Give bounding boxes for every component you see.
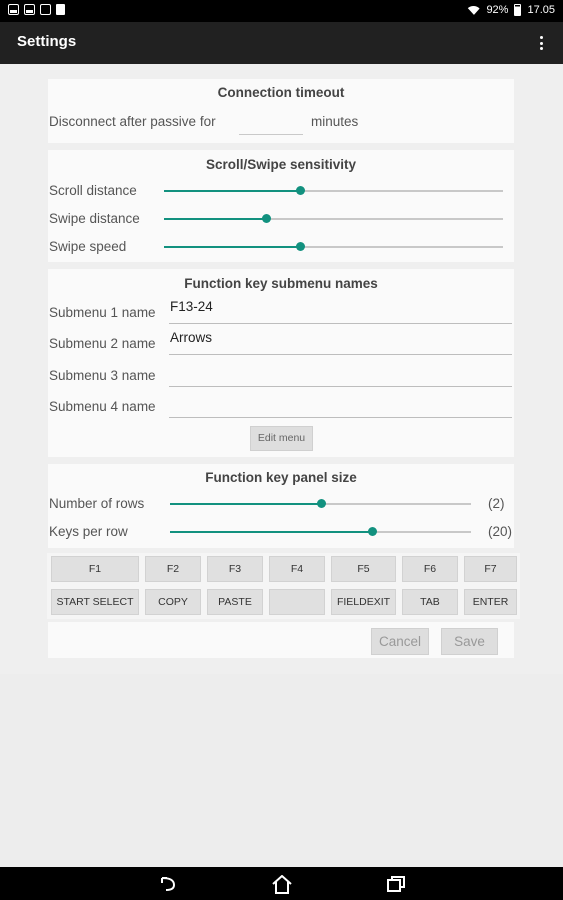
image-notification-icon [8, 4, 19, 15]
overflow-menu-icon[interactable] [540, 36, 544, 50]
slider-fill [170, 531, 372, 533]
fkey-f5[interactable]: F5 [331, 556, 396, 582]
fkey-f6[interactable]: F6 [402, 556, 458, 582]
swipe-speed-slider[interactable] [164, 241, 503, 253]
slider-fill [164, 246, 300, 248]
keys-per-row-value: (20) [488, 524, 513, 539]
submenu-1-label: Submenu 1 name [49, 305, 156, 320]
timeout-minutes-input[interactable] [239, 109, 303, 135]
rows-value: (2) [488, 496, 505, 511]
connection-timeout-card: Connection timeout Disconnect after pass… [48, 79, 514, 143]
submenu-2-label: Submenu 2 name [49, 336, 156, 351]
submenu-4-input[interactable] [169, 390, 512, 418]
fkey-f4[interactable]: F4 [269, 556, 325, 582]
sensitivity-card: Scroll/Swipe sensitivity Scroll distance… [48, 150, 514, 262]
scroll-distance-slider[interactable] [164, 185, 503, 197]
slider-thumb[interactable] [367, 527, 377, 536]
fkey-start-select[interactable]: START SELECT [51, 589, 139, 615]
battery-percent: 92% [486, 4, 509, 16]
rows-slider[interactable] [170, 498, 471, 510]
save-button[interactable]: Save [441, 628, 498, 655]
page-title: Settings [17, 33, 77, 50]
mail-notification-icon [40, 4, 51, 15]
submenu-4-label: Submenu 4 name [49, 399, 156, 414]
back-icon[interactable] [158, 875, 178, 893]
slider-fill [164, 190, 300, 192]
scroll-distance-label: Scroll distance [49, 183, 137, 198]
fkey-enter[interactable]: ENTER [464, 589, 517, 615]
document-notification-icon [56, 4, 65, 15]
fkey-tab[interactable]: TAB [402, 589, 458, 615]
submenu-3-label: Submenu 3 name [49, 368, 156, 383]
submenu-3-input[interactable] [169, 359, 512, 387]
submenu-1-input[interactable]: F13-24 [169, 296, 512, 324]
submenu-names-title: Function key submenu names [184, 276, 378, 291]
cancel-button[interactable]: Cancel [371, 628, 429, 655]
sensitivity-title: Scroll/Swipe sensitivity [205, 157, 357, 172]
minutes-label: minutes [311, 114, 359, 129]
fkey-f2[interactable]: F2 [145, 556, 201, 582]
home-icon[interactable] [271, 875, 293, 894]
panel-size-card: Function key panel size Number of rows (… [48, 464, 514, 548]
rows-label: Number of rows [49, 496, 145, 511]
slider-thumb[interactable] [295, 186, 305, 195]
status-bar: 92% 17.05 [0, 0, 563, 22]
fkey-paste[interactable]: PASTE [207, 589, 263, 615]
edit-menu-button[interactable]: Edit menu [250, 426, 313, 451]
clock: 17.05 [527, 4, 555, 16]
gallery-notification-icon [24, 4, 35, 15]
submenu-2-input[interactable]: Arrows [169, 327, 512, 355]
fkey-f3[interactable]: F3 [207, 556, 263, 582]
connection-timeout-title: Connection timeout [217, 85, 345, 100]
slider-fill [170, 503, 321, 505]
submenu-names-card: Function key submenu names Submenu 1 nam… [48, 269, 514, 457]
fkey-f1[interactable]: F1 [51, 556, 139, 582]
fkey-blank[interactable] [269, 589, 325, 615]
slider-thumb[interactable] [261, 214, 271, 223]
keys-per-row-label: Keys per row [49, 524, 128, 539]
keys-per-row-slider[interactable] [170, 526, 471, 538]
dialog-actions: Cancel Save [48, 622, 514, 658]
fkey-copy[interactable]: COPY [145, 589, 201, 615]
slider-fill [164, 218, 266, 220]
swipe-speed-label: Swipe speed [49, 239, 127, 254]
fkey-fieldexit[interactable]: FIELDEXIT [331, 589, 396, 615]
swipe-distance-slider[interactable] [164, 213, 503, 225]
recent-apps-icon[interactable] [386, 875, 406, 893]
swipe-distance-label: Swipe distance [49, 211, 140, 226]
panel-size-title: Function key panel size [205, 470, 357, 485]
slider-thumb[interactable] [316, 499, 326, 508]
wifi-icon [467, 5, 480, 16]
disconnect-label: Disconnect after passive for [49, 114, 216, 129]
function-key-preview: F1 F2 F3 F4 F5 F6 F7 START SELECT COPY P… [47, 553, 520, 619]
fkey-f7[interactable]: F7 [464, 556, 517, 582]
app-bar: Settings [0, 22, 563, 64]
battery-icon [514, 4, 522, 16]
navigation-bar [0, 867, 563, 900]
slider-thumb[interactable] [295, 242, 305, 251]
